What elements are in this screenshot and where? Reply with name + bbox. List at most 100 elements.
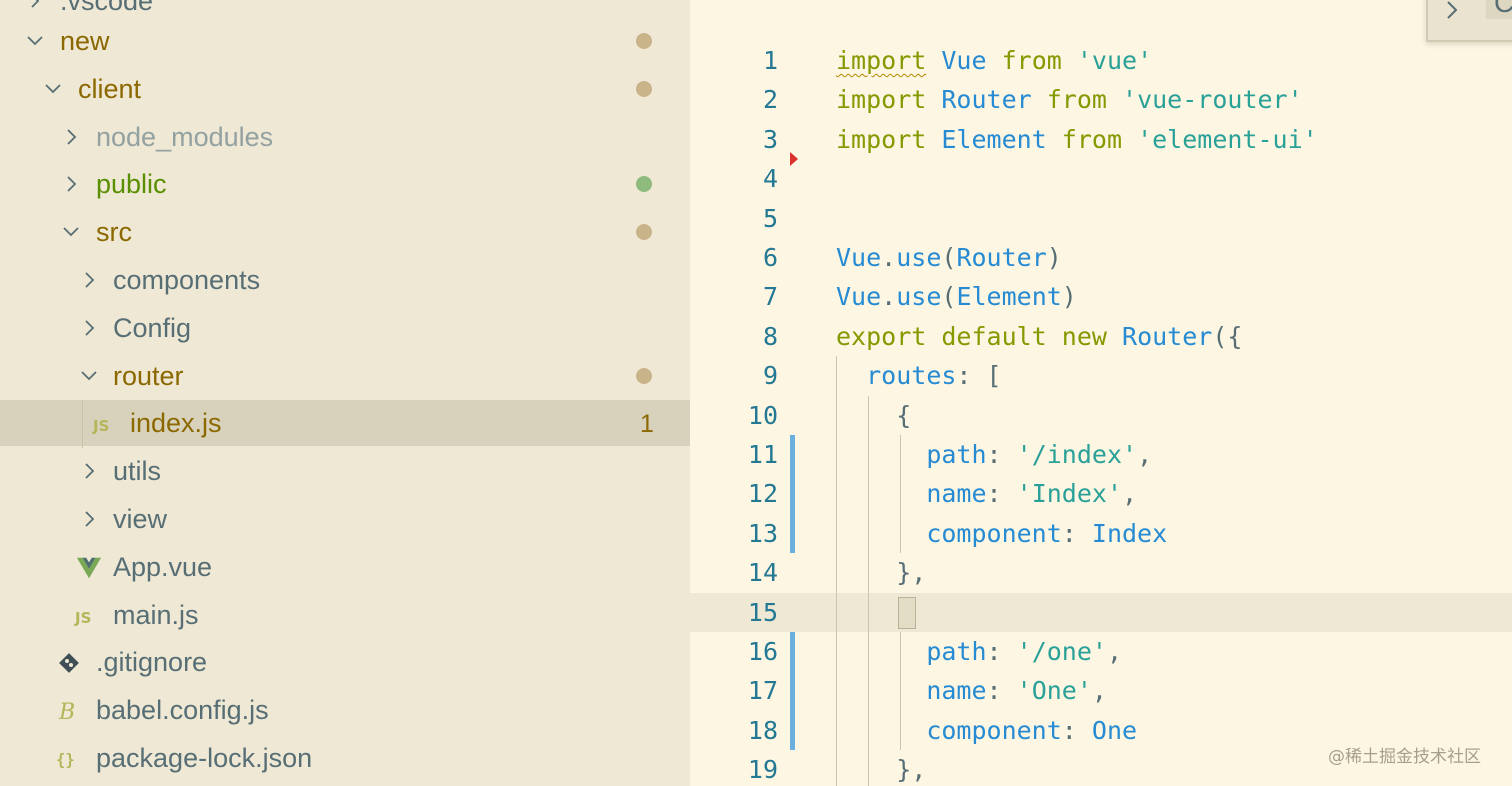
code-token: default	[941, 321, 1047, 351]
code-token: Index	[1091, 518, 1168, 548]
tree-item-label: babel.config.js	[96, 695, 269, 726]
tree-item-label: node_modules	[96, 121, 274, 152]
code-text: path: '/one',	[836, 637, 1122, 667]
code-token: ,	[1106, 637, 1123, 666]
chevron-right-icon	[80, 462, 98, 480]
problem-count-badge: 1	[640, 410, 654, 439]
code-line[interactable]: 9 routes: [	[690, 356, 1512, 395]
code-line[interactable]: 6 Vue.use(Router)	[690, 238, 1512, 277]
code-token: ,	[1122, 479, 1138, 509]
chevron-right-icon	[62, 175, 80, 193]
code-token: )	[1046, 243, 1062, 272]
babel-icon: B	[56, 698, 82, 724]
code-text: path: '/index',	[836, 440, 1152, 470]
code-token: name	[926, 479, 987, 509]
code-token: '/index'	[1016, 440, 1138, 469]
code-token: 'element-ui'	[1137, 124, 1318, 154]
tree-item-new[interactable]: new	[0, 18, 690, 64]
tree-item-label: App.vue	[113, 551, 213, 582]
tree-item-config[interactable]: Config	[0, 305, 690, 351]
code-token: routes	[866, 361, 957, 391]
code-token: import	[836, 85, 927, 115]
tree-item-components[interactable]: components	[0, 257, 690, 303]
code-line[interactable]: 11 path: '/index',	[690, 435, 1512, 474]
js-file-icon: JS	[92, 411, 118, 437]
code-text: },	[836, 755, 926, 785]
tree-item-package-lock-json[interactable]: {} package-lock.json	[0, 735, 690, 781]
code-token: '/one'	[1016, 637, 1107, 666]
code-line[interactable]: 4	[690, 159, 1512, 198]
tree-item-gitignore[interactable]: .gitignore	[0, 639, 690, 685]
modified-dot-icon	[636, 33, 652, 49]
tree-item-utils[interactable]: utils	[0, 448, 690, 494]
code-text: export default new Router({	[836, 322, 1242, 352]
explorer-sidebar: .vscode new client node_modulespublic src co…	[0, 0, 690, 786]
tree-item-node-modules[interactable]: node_modules	[0, 114, 690, 160]
chevron-down-icon	[80, 367, 98, 385]
code-token: :	[986, 440, 1017, 469]
code-line[interactable]: 7 Vue.use(Element)	[690, 277, 1512, 316]
tree-item-view[interactable]: view	[0, 496, 690, 542]
code-text: name: 'One',	[836, 676, 1107, 706]
modified-dot-icon	[636, 80, 652, 97]
tree-item-main-js[interactable]: JS main.js	[0, 592, 690, 638]
tree-item-index-js[interactable]: JS index.js 1	[0, 400, 690, 447]
peek-widget[interactable]: Co	[1426, 0, 1512, 42]
code-token: import	[836, 124, 927, 154]
code-line[interactable]: 14 },	[690, 553, 1512, 592]
tree-item-client[interactable]: client	[0, 66, 690, 112]
code-token: use	[896, 243, 942, 272]
code-line[interactable]: 15 {	[690, 592, 1512, 632]
tree-item-babel-config-js[interactable]: Bbabel.config.js	[0, 687, 690, 733]
code-line[interactable]: 10 {	[690, 396, 1512, 435]
watermark: @稀土掘金技术社区	[1328, 747, 1481, 767]
code-token: .	[881, 243, 897, 272]
code-line[interactable]: 5	[690, 199, 1512, 238]
git-modified-gutter-bar	[790, 435, 795, 554]
code-token: Router	[941, 85, 1032, 115]
code-token: (	[941, 243, 957, 272]
code-token: ({	[1212, 321, 1243, 351]
code-text: component: Index	[836, 519, 1167, 549]
code-editor[interactable]: 1 import Vue from 'vue' 2 import Router fro…	[690, 0, 1512, 786]
code-line[interactable]: 2 import Router from 'vue-router'	[690, 80, 1512, 119]
indent-guide	[836, 356, 837, 786]
code-text: import Vue from 'vue'	[836, 46, 1152, 76]
line-number: 19	[747, 755, 778, 785]
code-token: 'Index'	[1016, 479, 1122, 509]
line-number: 14	[747, 558, 778, 588]
code-line[interactable]: 13 component: Index	[690, 514, 1512, 553]
line-number: 2	[762, 85, 778, 115]
peek-widget-text: Co	[1486, 0, 1512, 19]
line-number: 5	[762, 203, 778, 233]
tree-item-label: .gitignore	[96, 647, 208, 678]
tree-item-label: .vscode	[60, 0, 154, 16]
svg-text:JS: JS	[92, 417, 109, 435]
tree-item-app-vue[interactable]: App.vue	[0, 544, 690, 590]
tree-item-public[interactable]: public	[0, 161, 690, 207]
code-line[interactable]: 12 name: 'Index',	[690, 474, 1512, 513]
code-token: : [	[956, 361, 1002, 391]
chevron-right-icon[interactable]	[1442, 0, 1462, 26]
code-line[interactable]: 16 path: '/one',	[690, 632, 1512, 671]
code-line[interactable]: 17 name: 'One',	[690, 671, 1512, 710]
tree-item-label: public	[96, 169, 167, 200]
code-token: path	[926, 440, 987, 469]
line-number: 9	[762, 361, 778, 391]
code-line[interactable]: 8 export default new Router({	[690, 317, 1512, 356]
code-token: import	[836, 46, 927, 75]
js-file-icon: JS	[74, 603, 100, 629]
line-number: 18	[747, 715, 778, 745]
tree-item-src[interactable]: src	[0, 209, 690, 255]
code-text: },	[836, 558, 926, 588]
code-line[interactable]: 3 import Element from 'element-ui'	[690, 120, 1512, 159]
code-line[interactable]: 1 import Vue from 'vue'	[690, 41, 1512, 80]
tree-item-router[interactable]: router	[0, 353, 690, 399]
